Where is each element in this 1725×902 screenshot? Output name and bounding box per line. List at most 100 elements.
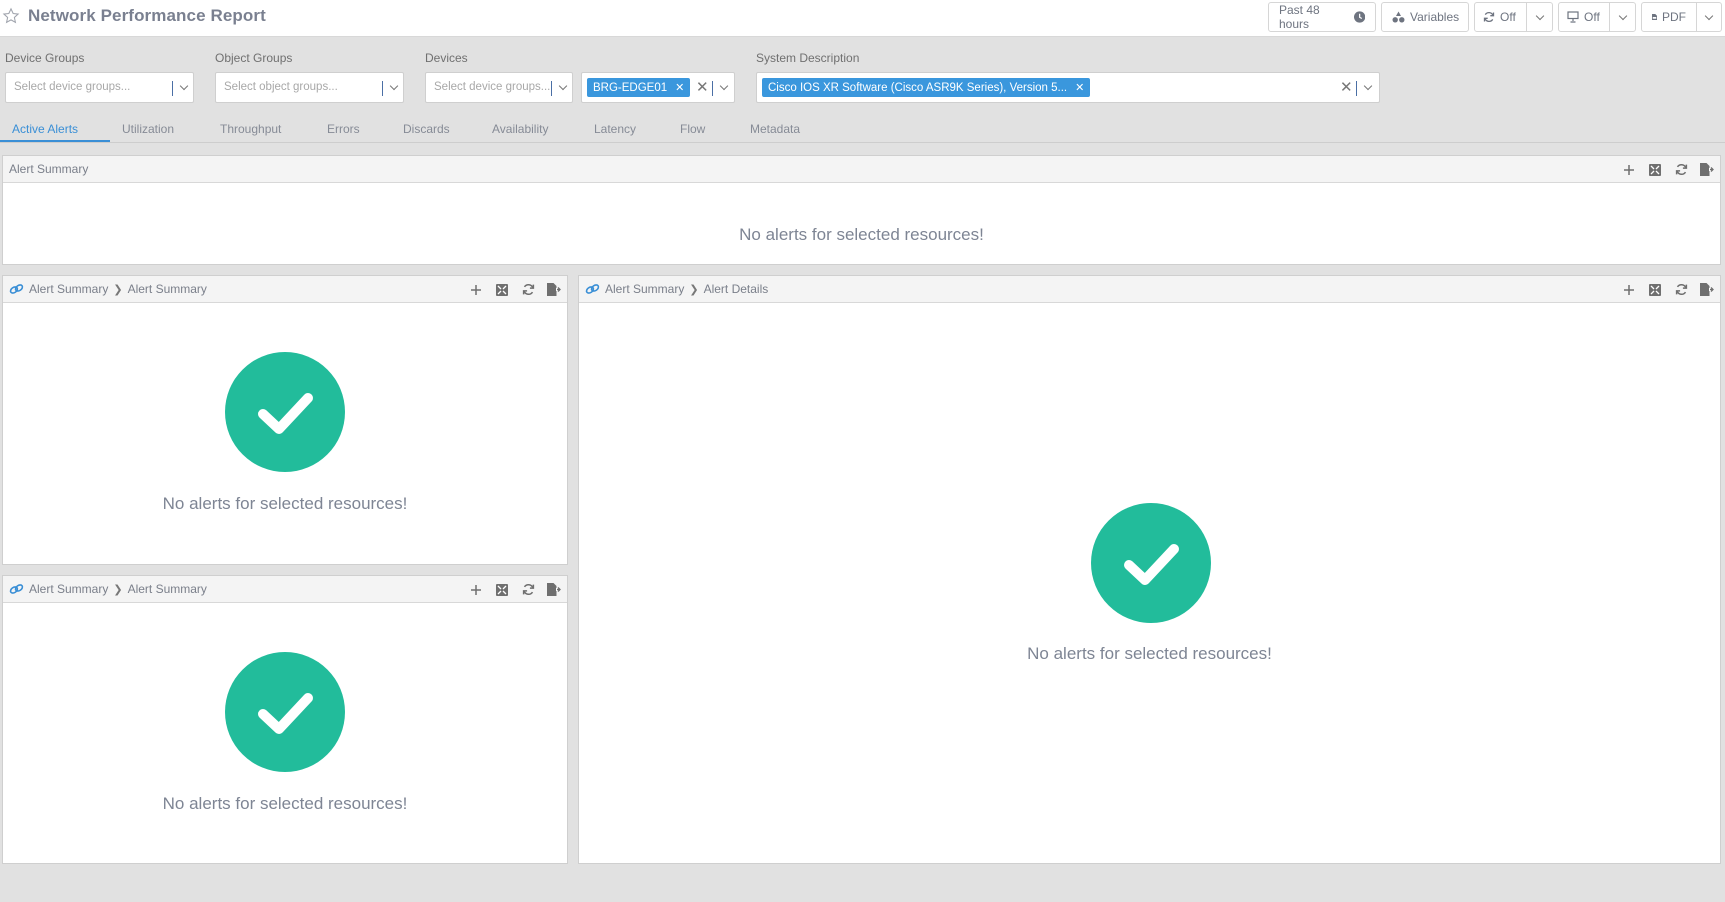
refresh-icon[interactable]: [1674, 163, 1688, 177]
remove-chip-icon[interactable]: ✕: [675, 81, 684, 94]
breadcrumb-current: Alert Summary: [127, 282, 207, 296]
refresh-button[interactable]: Off: [1475, 3, 1526, 31]
pdf-file-icon: [1652, 14, 1657, 20]
chevron-down-icon: [1535, 11, 1544, 20]
object-groups-select[interactable]: Select object groups...: [215, 72, 404, 103]
devices-group-dropdown[interactable]: [554, 73, 572, 102]
expand-icon[interactable]: [495, 283, 509, 297]
expand-icon[interactable]: [1648, 163, 1662, 177]
tab-throughput[interactable]: Throughput: [220, 122, 281, 136]
object-groups-placeholder: Select object groups...: [224, 81, 338, 93]
breadcrumb-current: Alert Summary: [127, 582, 207, 596]
tab-errors[interactable]: Errors: [327, 122, 360, 136]
variables-label: Variables: [1410, 10, 1460, 24]
devices-label: Devices: [425, 51, 468, 65]
tab-active-alerts[interactable]: Active Alerts: [12, 122, 78, 136]
chevron-down-icon: [1704, 11, 1714, 20]
favorite-star-icon[interactable]: [2, 7, 20, 25]
add-icon[interactable]: [1622, 163, 1636, 177]
display-label: Off: [1584, 10, 1600, 24]
alert-summary-drilldown-panel: Alert Summary ❯ Alert Summary No alerts …: [2, 275, 568, 565]
breadcrumb-current: Alert Details: [703, 282, 769, 296]
success-check-icon: [225, 652, 345, 772]
tab-flow[interactable]: Flow: [680, 122, 705, 136]
devices-select[interactable]: BRG-EDGE01 ✕ ✕: [581, 72, 735, 103]
refresh-icon[interactable]: [1674, 283, 1688, 297]
success-check-icon: [225, 352, 345, 472]
chevron-down-icon: [179, 81, 189, 91]
refresh-icon[interactable]: [521, 583, 535, 597]
clear-icon[interactable]: ✕: [1340, 78, 1353, 96]
add-icon[interactable]: [469, 283, 483, 297]
display-control: Off: [1558, 2, 1636, 32]
time-range-button[interactable]: Past 48 hours: [1268, 2, 1376, 32]
empty-message: No alerts for selected resources!: [162, 494, 408, 513]
refresh-dropdown[interactable]: [1526, 3, 1552, 31]
object-groups-dropdown[interactable]: [385, 73, 403, 102]
panel-actions: [1622, 156, 1714, 183]
device-chip: BRG-EDGE01 ✕: [587, 78, 691, 97]
separator: [172, 81, 173, 96]
devices-group-select[interactable]: Select device groups...: [425, 72, 573, 103]
panel-actions: [469, 576, 561, 603]
page-title: Network Performance Report: [28, 6, 266, 25]
export-icon[interactable]: [1700, 283, 1714, 297]
display-dropdown[interactable]: [1609, 3, 1635, 31]
panel-title: Alert Summary: [9, 162, 89, 176]
object-groups-label: Object Groups: [215, 51, 293, 65]
export-dropdown[interactable]: [1696, 3, 1721, 31]
refresh-icon[interactable]: [521, 283, 535, 297]
chevron-down-icon: [719, 81, 729, 91]
breadcrumb-parent[interactable]: Alert Summary: [605, 282, 684, 296]
device-groups-dropdown[interactable]: [175, 73, 193, 102]
clear-icon[interactable]: ✕: [696, 78, 709, 96]
tab-discards[interactable]: Discards: [403, 122, 450, 136]
devices-dropdown[interactable]: [715, 73, 733, 102]
chevron-right-icon: ❯: [689, 283, 699, 296]
variables-icon: [1392, 11, 1405, 23]
export-control: PDF: [1641, 2, 1722, 32]
tab-bar: Active Alerts Utilization Throughput Err…: [0, 118, 1725, 143]
panel-header: Alert Summary ❯ Alert Summary: [3, 576, 567, 603]
empty-message: No alerts for selected resources!: [739, 225, 984, 244]
pdf-export-button[interactable]: PDF: [1642, 3, 1696, 31]
top-bar: Network Performance Report Past 48 hours…: [0, 0, 1725, 37]
export-icon[interactable]: [547, 583, 561, 597]
expand-icon[interactable]: [1648, 283, 1662, 297]
separator: [712, 81, 713, 96]
link-icon: [585, 284, 600, 294]
tab-utilization[interactable]: Utilization: [122, 122, 174, 136]
separator: [551, 81, 552, 96]
expand-icon[interactable]: [495, 583, 509, 597]
system-description-chip-label: Cisco IOS XR Software (Cisco ASR9K Serie…: [768, 81, 1068, 94]
breadcrumb-parent[interactable]: Alert Summary: [29, 582, 108, 596]
device-groups-placeholder: Select device groups...: [14, 81, 131, 93]
clock-icon: [1353, 11, 1365, 23]
display-button[interactable]: Off: [1559, 3, 1609, 31]
tab-latency[interactable]: Latency: [594, 122, 636, 136]
refresh-icon: [1483, 11, 1495, 23]
panel-actions: [469, 276, 561, 303]
breadcrumb-parent[interactable]: Alert Summary: [29, 282, 108, 296]
chevron-down-icon: [1363, 81, 1373, 91]
chevron-right-icon: ❯: [113, 583, 123, 596]
system-description-select[interactable]: Cisco IOS XR Software (Cisco ASR9K Serie…: [756, 72, 1380, 103]
remove-chip-icon[interactable]: ✕: [1075, 81, 1084, 94]
export-icon[interactable]: [1700, 163, 1714, 177]
add-icon[interactable]: [1622, 283, 1636, 297]
tab-availability[interactable]: Availability: [492, 122, 548, 136]
refresh-control: Off: [1474, 2, 1553, 32]
alert-summary-panel: Alert Summary No alerts for selected res…: [2, 155, 1721, 265]
device-groups-select[interactable]: Select device groups...: [5, 72, 194, 103]
system-description-label: System Description: [756, 51, 860, 65]
separator: [1356, 81, 1357, 96]
tab-metadata[interactable]: Metadata: [750, 122, 800, 136]
variables-button[interactable]: Variables: [1381, 2, 1469, 32]
link-icon: [9, 584, 24, 594]
separator: [382, 81, 383, 96]
add-icon[interactable]: [469, 583, 483, 597]
time-range-label: Past 48 hours: [1279, 3, 1320, 31]
panel-actions: [1622, 276, 1714, 303]
export-icon[interactable]: [547, 283, 561, 297]
system-description-dropdown[interactable]: [1359, 73, 1377, 102]
